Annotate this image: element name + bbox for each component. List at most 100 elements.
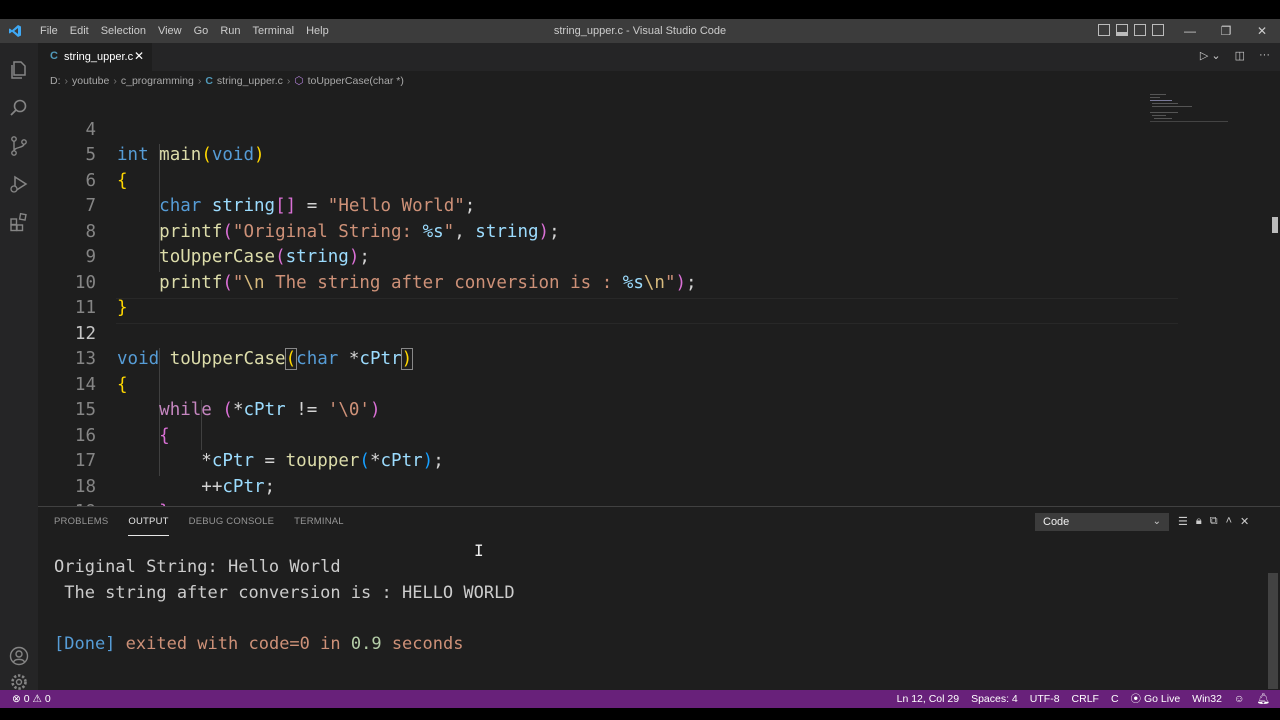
broadcast-icon: ⦿ (1130, 693, 1142, 705)
tab-string-upper[interactable]: C string_upper.c ✕ (38, 43, 152, 71)
breadcrumb-file[interactable]: string_upper.c (217, 71, 283, 91)
editor-scrollbar[interactable] (1272, 217, 1278, 233)
open-in-editor-icon[interactable]: ⧉ (1210, 515, 1218, 528)
c-language-icon: C (205, 75, 213, 87)
code-line: 11 (38, 271, 1188, 318)
editor-actions: ▷ ⌄ ◫ ··· (1200, 49, 1270, 62)
output-channel-value: Code (1043, 516, 1070, 528)
tab-debug-console[interactable]: DEBUG CONSOLE (189, 507, 274, 537)
window-controls: — ❐ ✕ (1172, 19, 1280, 43)
problems-indicator[interactable]: ⊗ 0 ⚠ 0 (12, 690, 51, 708)
tab-output[interactable]: OUTPUT (128, 507, 169, 536)
menu-file[interactable]: File (34, 19, 64, 43)
error-icon: ⊗ (12, 693, 21, 705)
breadcrumb-symbol[interactable]: toUpperCase(char *) (308, 71, 404, 91)
layout-controls (1098, 24, 1164, 36)
more-actions-icon[interactable]: ··· (1259, 49, 1270, 62)
clear-output-icon[interactable]: ☰ (1178, 515, 1188, 528)
vscode-window: File Edit Selection View Go Run Terminal… (0, 19, 1280, 708)
toggle-secondary-sidebar-icon[interactable] (1134, 24, 1146, 36)
panel-scrollbar[interactable] (1268, 573, 1278, 689)
customize-layout-icon[interactable] (1152, 24, 1164, 36)
close-window-icon[interactable]: ✕ (1244, 19, 1280, 43)
explorer-icon[interactable] (8, 59, 30, 81)
breadcrumb: D: › youtube › c_programming › C string_… (50, 71, 404, 91)
go-live-button[interactable]: ⦿ Go Live (1131, 690, 1181, 708)
code-line: 8 toUpperCase(string); (38, 194, 1188, 268)
minimap[interactable] (1150, 92, 1230, 132)
breadcrumb-folder[interactable]: c_programming (121, 71, 194, 91)
chevron-down-icon: ⌄ (1152, 516, 1161, 527)
output-channel-select[interactable]: Code ⌄ (1035, 513, 1169, 531)
menu-selection[interactable]: Selection (95, 19, 152, 43)
menu-view[interactable]: View (152, 19, 188, 43)
extensions-icon[interactable] (8, 211, 30, 233)
vscode-logo-icon (9, 25, 21, 37)
code-line: 14 while (*cPtr != '\0') (38, 347, 1188, 421)
output-line: Original String: Hello World (54, 557, 341, 577)
language-mode[interactable]: C (1111, 690, 1119, 708)
indentation[interactable]: Spaces: 4 (971, 690, 1018, 708)
code-line: 5 { (38, 118, 1188, 191)
close-panel-icon[interactable]: ✕ (1240, 515, 1249, 528)
menu-edit[interactable]: Edit (64, 19, 95, 43)
encoding[interactable]: UTF-8 (1030, 690, 1060, 708)
code-line: 6 char string[] = "Hello World"; (38, 143, 1188, 217)
code-editor[interactable]: 4 int main(void) 5 { 6 char string[] = "… (38, 92, 1270, 506)
code-line: 18 } (38, 449, 1188, 507)
code-line: 13 { (38, 322, 1188, 395)
chevron-right-icon: › (286, 75, 291, 87)
tab-label: string_upper.c (64, 51, 134, 63)
chevron-right-icon: › (113, 75, 117, 87)
code-line: 19 } (38, 475, 1188, 506)
menu-help[interactable]: Help (300, 19, 335, 43)
panel-actions: ☰ 🔒︎ ⧉ ˄ ✕ (1178, 515, 1249, 528)
close-icon[interactable]: ✕ (134, 49, 144, 63)
accounts-icon[interactable] (8, 645, 30, 667)
restore-icon[interactable]: ❐ (1208, 19, 1244, 43)
feedback-icon[interactable]: ☺ (1234, 690, 1245, 708)
source-control-icon[interactable] (8, 135, 30, 157)
menu-run[interactable]: Run (214, 19, 246, 43)
editor-tab-bar: C string_upper.c ✕ ▷ ⌄ ◫ ··· (38, 43, 1280, 71)
title-bar: File Edit Selection View Go Run Terminal… (0, 19, 1280, 43)
done-tag: [Done] (54, 634, 116, 654)
panel-tabs: PROBLEMS OUTPUT DEBUG CONSOLE TERMINAL (54, 507, 344, 537)
end-of-line[interactable]: CRLF (1072, 690, 1099, 708)
code-line: 7 printf("Original String: %s", string); (38, 169, 1188, 242)
tab-terminal[interactable]: TERMINAL (294, 507, 344, 537)
code-line: 10 } (38, 245, 1188, 319)
split-editor-icon[interactable]: ◫ (1235, 49, 1245, 62)
error-count: 0 (23, 693, 30, 705)
cursor-position[interactable]: Ln 12, Col 29 (897, 690, 959, 708)
search-icon[interactable] (8, 97, 30, 119)
lock-icon[interactable]: 🔒︎ (1196, 515, 1202, 528)
exit-code: code=0 (248, 634, 310, 654)
menu-go[interactable]: Go (188, 19, 215, 43)
output-line: The string after conversion is : HELLO W… (54, 583, 515, 603)
code-line: 16 *cPtr = toupper(*cPtr); (38, 398, 1188, 472)
toggle-panel-icon[interactable] (1116, 24, 1128, 36)
warning-count: 0 (44, 693, 51, 705)
code-line: 17 ++cPtr; (38, 424, 1188, 497)
exit-text: exited with (115, 634, 249, 654)
maximize-panel-icon[interactable]: ˄ (1226, 515, 1232, 528)
breadcrumb-drive[interactable]: D: (50, 71, 61, 91)
text-cursor-icon: I (474, 541, 484, 560)
tab-problems[interactable]: PROBLEMS (54, 507, 108, 537)
breadcrumb-youtube[interactable]: youtube (72, 71, 109, 91)
warning-icon: ⚠ (32, 693, 42, 705)
notifications-icon[interactable]: 🔔︎ (1257, 690, 1270, 708)
menu-terminal[interactable]: Terminal (247, 19, 301, 43)
run-debug-icon[interactable] (8, 173, 30, 195)
run-code-icon[interactable]: ▷ ⌄ (1200, 49, 1221, 62)
code-line: 9 printf("\n The string after conversion… (38, 220, 1188, 293)
output-done-line: [Done] exited with code=0 in 0.9 seconds (54, 634, 463, 654)
toggle-sidebar-icon[interactable] (1098, 24, 1110, 36)
in-text: in (309, 634, 351, 654)
platform[interactable]: Win32 (1192, 690, 1222, 708)
status-items: Ln 12, Col 29 Spaces: 4 UTF-8 CRLF C ⦿ G… (897, 690, 1270, 708)
minimize-icon[interactable]: — (1172, 19, 1208, 43)
code-line: 15 { (38, 373, 1188, 446)
chevron-right-icon: › (197, 75, 202, 87)
